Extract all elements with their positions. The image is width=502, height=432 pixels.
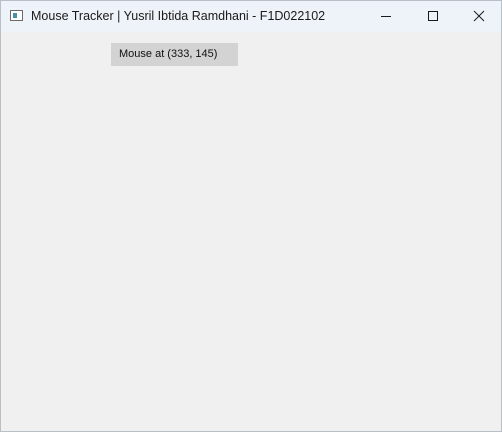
maximize-button[interactable] (409, 1, 455, 32)
window-title: Mouse Tracker | Yusril Ibtida Ramdhani -… (31, 9, 326, 23)
client-area[interactable]: Mouse at (333, 145) (1, 32, 501, 431)
app-window: Mouse Tracker | Yusril Ibtida Ramdhani -… (0, 0, 502, 432)
minimize-icon (381, 16, 391, 17)
minimize-button[interactable] (363, 1, 409, 32)
window-app-icon[interactable] (10, 10, 23, 21)
close-button[interactable] (455, 1, 501, 32)
mouse-position-label: Mouse at (333, 145) (111, 43, 238, 66)
maximize-icon (428, 11, 438, 21)
close-icon (473, 10, 485, 22)
app-icon-detail (13, 13, 17, 18)
title-bar[interactable]: Mouse Tracker | Yusril Ibtida Ramdhani -… (1, 1, 501, 32)
